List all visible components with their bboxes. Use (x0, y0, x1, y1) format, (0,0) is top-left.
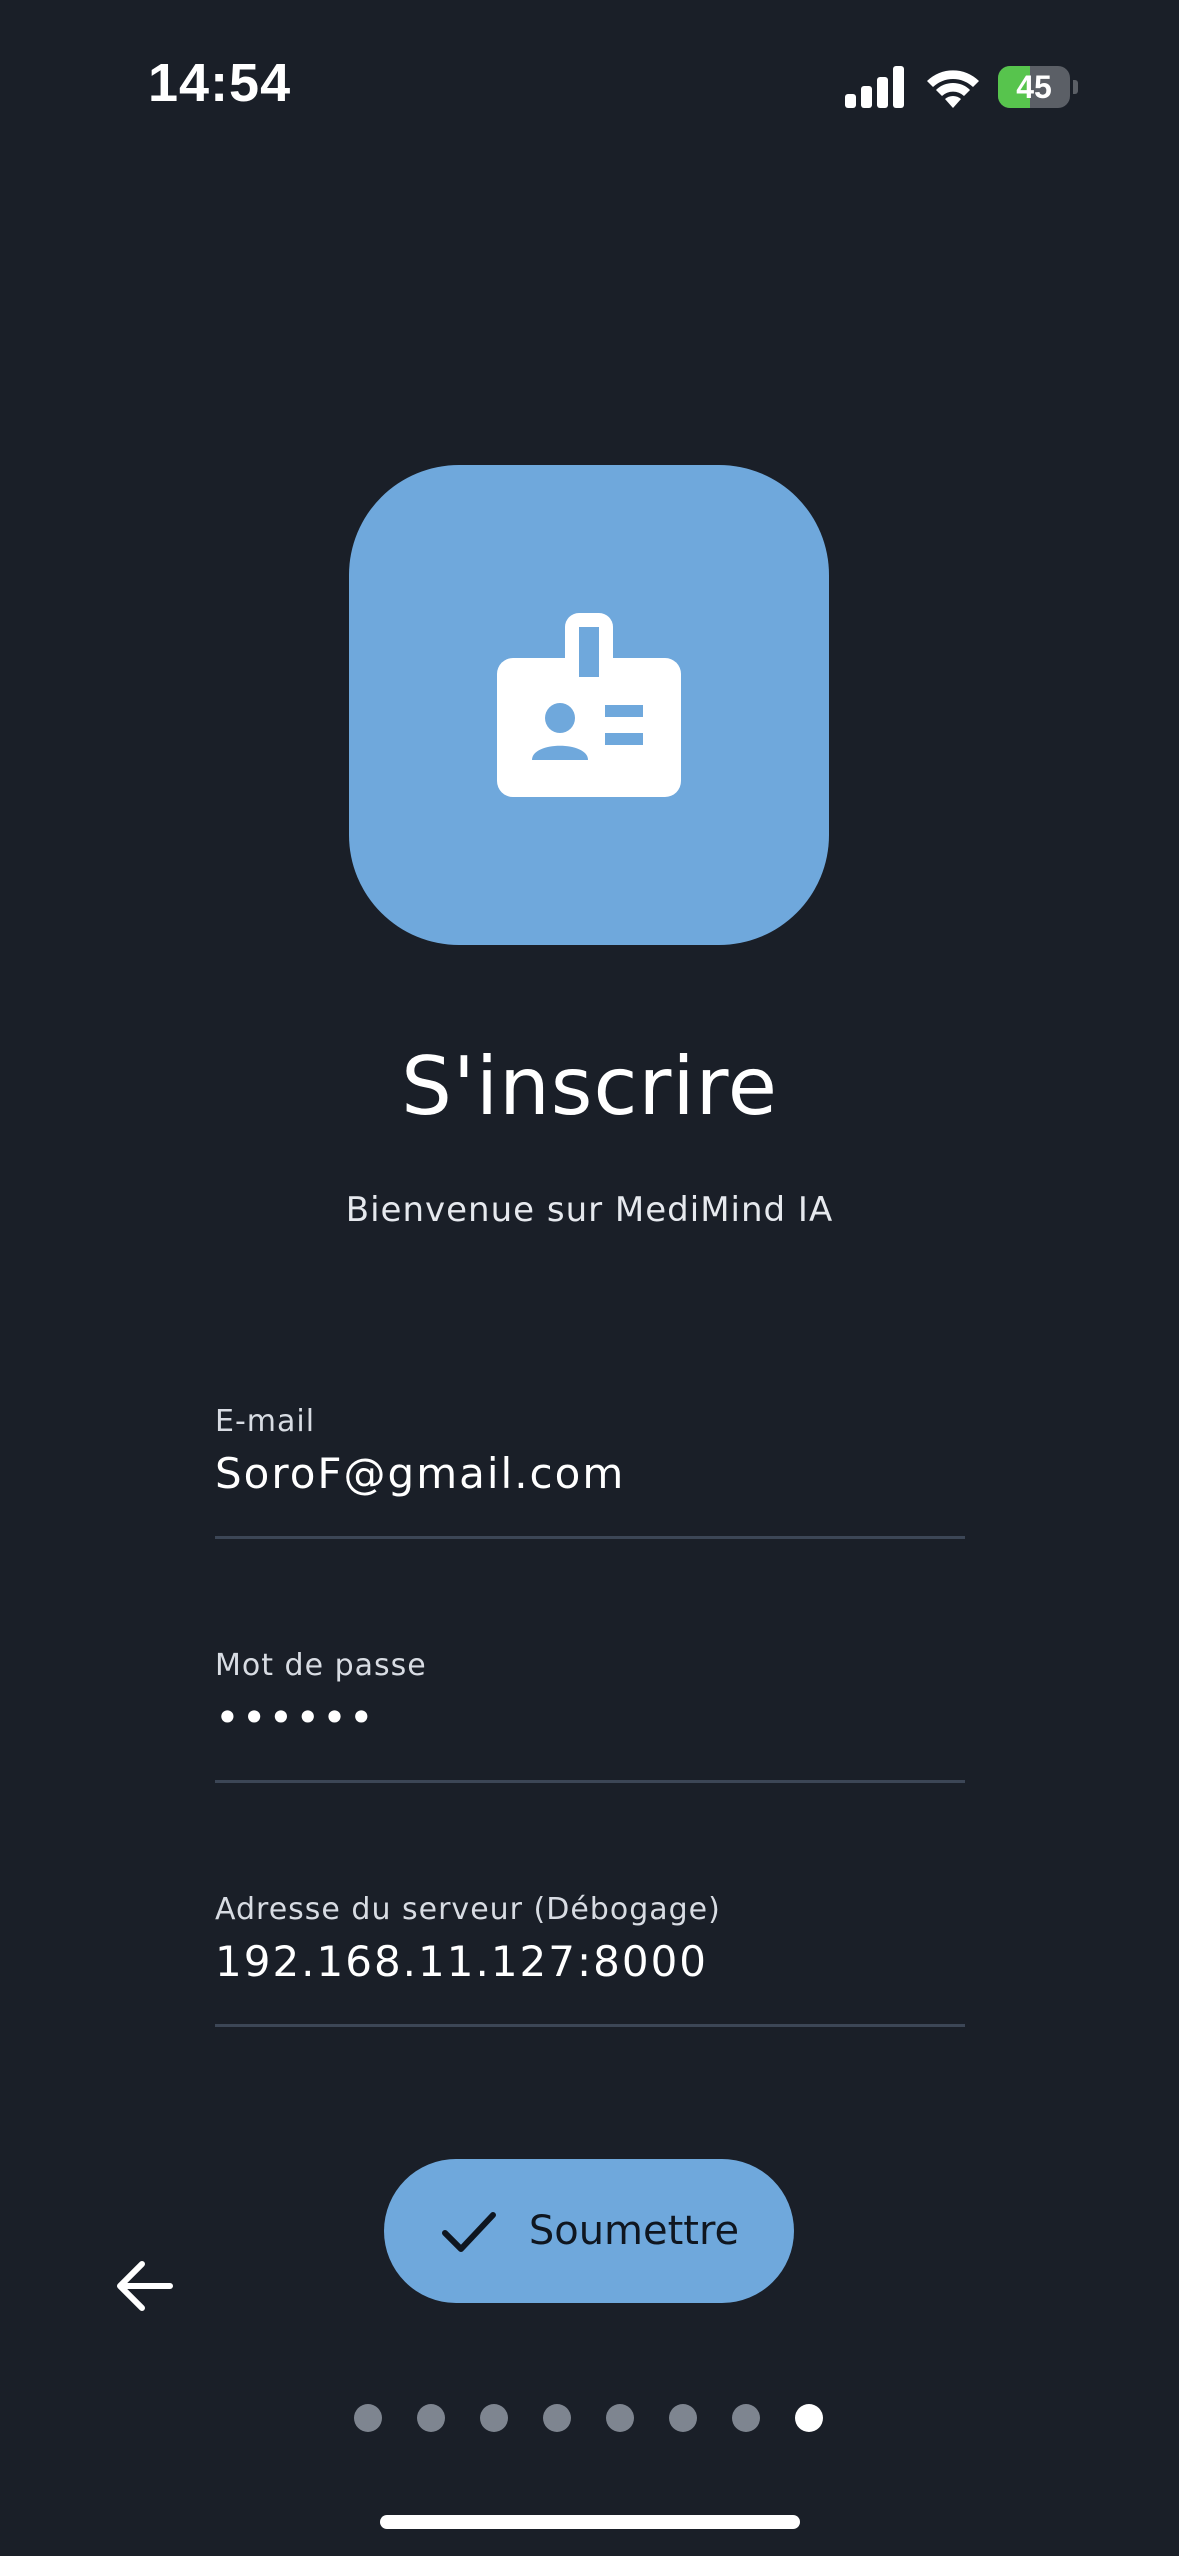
status-bar: 14:54 45 (0, 0, 1179, 180)
server-address-label: Adresse du serveur (Débogage) (215, 1892, 721, 1927)
email-input[interactable] (215, 1449, 965, 1498)
server-address-underline (215, 2024, 965, 2027)
submit-button[interactable]: Soumettre (384, 2159, 794, 2303)
status-time: 14:54 (148, 53, 292, 113)
email-field: E-mail (215, 1404, 965, 1539)
password-input[interactable] (215, 1693, 965, 1742)
page-title: S'inscrire (401, 1040, 778, 1133)
battery-level: 45 (1016, 69, 1052, 105)
wifi-icon (927, 70, 979, 108)
email-underline (215, 1536, 965, 1539)
page-dot (354, 2404, 382, 2432)
email-label: E-mail (215, 1404, 316, 1439)
home-indicator[interactable] (380, 2515, 800, 2529)
arrow-left-icon[interactable] (112, 2256, 176, 2316)
password-field: Mot de passe (215, 1648, 965, 1783)
password-label: Mot de passe (215, 1648, 427, 1683)
page-dot (606, 2404, 634, 2432)
server-address-input[interactable] (215, 1937, 965, 1986)
page-dot (669, 2404, 697, 2432)
page-dot (417, 2404, 445, 2432)
page-dot (480, 2404, 508, 2432)
submit-label: Soumettre (528, 2208, 740, 2254)
page-indicator (354, 2404, 823, 2434)
app-logo (349, 465, 829, 945)
id-badge-icon (497, 613, 681, 797)
battery-charging-icon: 45 (998, 66, 1078, 108)
cellular-signal-icon (845, 66, 904, 108)
page-dot (732, 2404, 760, 2432)
page-dot (795, 2404, 823, 2432)
check-icon (441, 2212, 496, 2252)
page-dot (543, 2404, 571, 2432)
server-address-field: Adresse du serveur (Débogage) (215, 1892, 965, 2027)
page-subtitle: Bienvenue sur MediMind IA (345, 1190, 834, 1230)
password-underline (215, 1780, 965, 1783)
